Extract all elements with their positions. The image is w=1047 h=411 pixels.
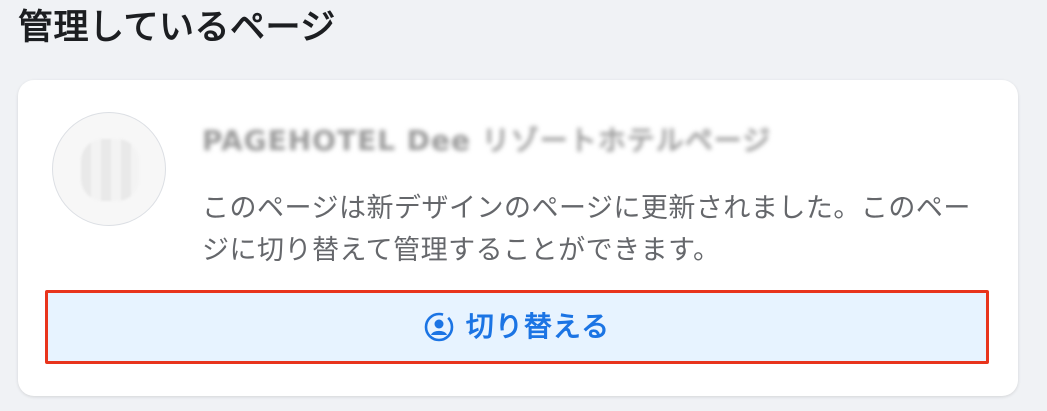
managed-page-card: PAGEHOTEL Dee リゾートホテルページ このページは新デザインのページ… bbox=[18, 80, 1018, 396]
avatar-placeholder-icon bbox=[81, 139, 139, 201]
page-description: このページは新デザインのページに更新されました。このページに切り替えて管理するこ… bbox=[202, 193, 971, 266]
switch-button[interactable]: 切り替える bbox=[45, 290, 989, 364]
switch-profile-icon bbox=[424, 312, 454, 342]
section-title: 管理しているページ bbox=[18, 8, 336, 48]
switch-button-label: 切り替える bbox=[465, 310, 611, 343]
page-avatar[interactable] bbox=[52, 112, 166, 226]
page-name[interactable]: PAGEHOTEL Dee リゾートホテルページ bbox=[202, 120, 982, 162]
